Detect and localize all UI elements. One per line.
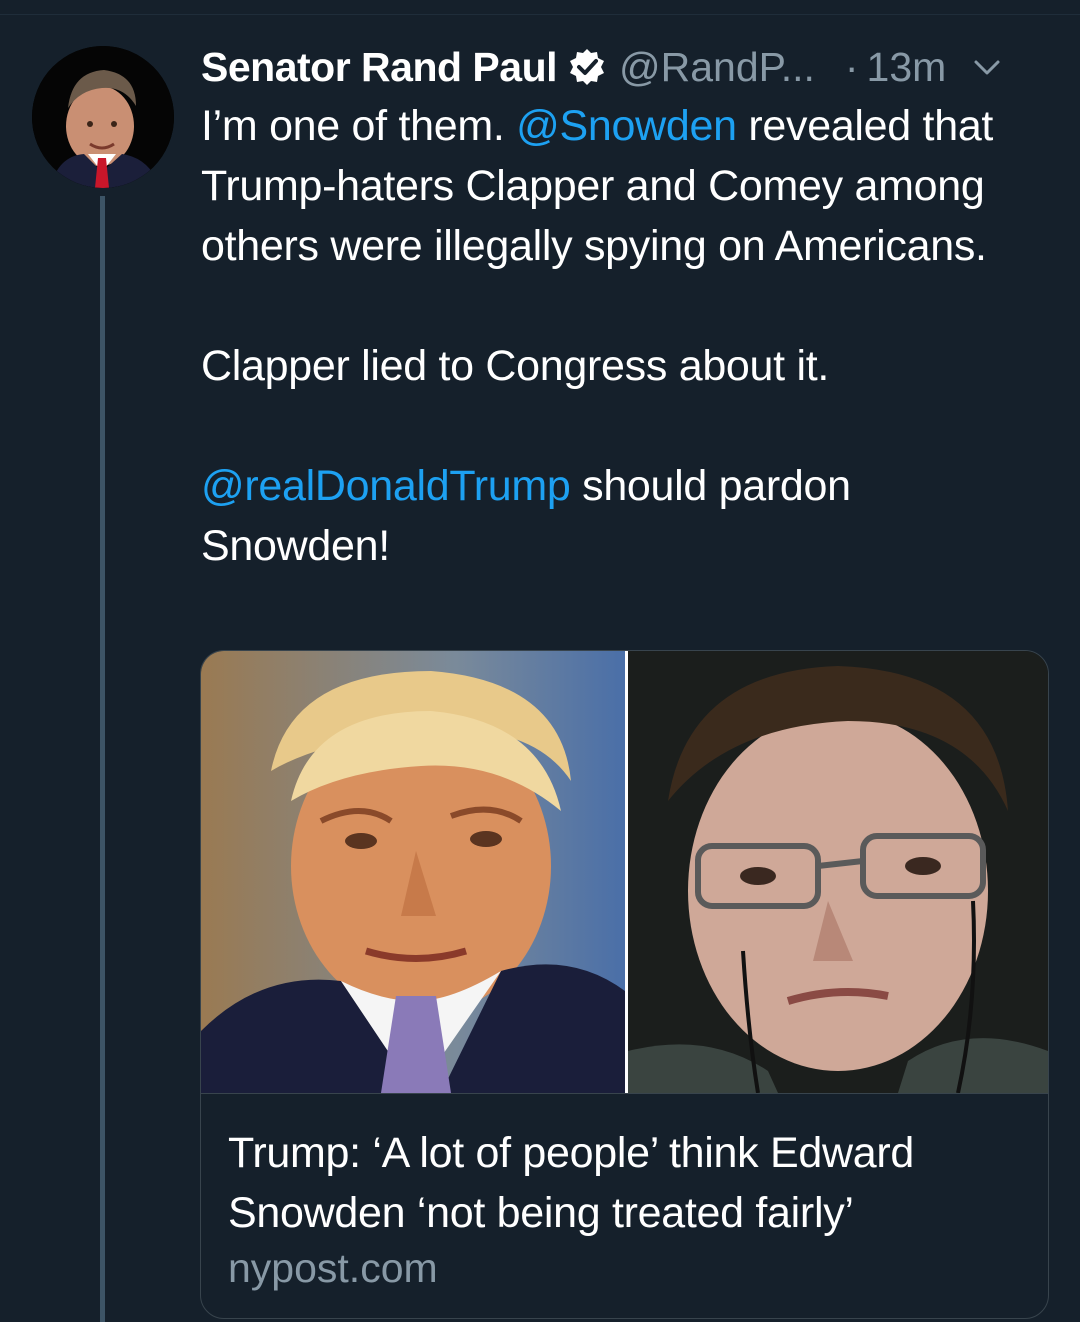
tweet-paragraph-3: @realDonaldTrump should pardon Snowden! bbox=[201, 456, 1051, 576]
display-name[interactable]: Senator Rand Paul bbox=[201, 44, 558, 91]
thread-line bbox=[100, 196, 105, 1322]
link-card[interactable]: Trump: ‘A lot of people’ think Edward Sn… bbox=[200, 650, 1049, 1319]
card-divider bbox=[201, 1093, 1048, 1094]
card-photo-left bbox=[201, 651, 625, 1093]
card-title[interactable]: Trump: ‘A lot of people’ think Edward Sn… bbox=[228, 1123, 1028, 1243]
tweet-header: Senator Rand Paul @RandP... · 13m bbox=[201, 40, 1051, 94]
text-segment: I’m one of them. bbox=[201, 102, 517, 150]
tweet-paragraph-2: Clapper lied to Congress about it. bbox=[201, 342, 829, 390]
card-photo-right bbox=[628, 651, 1048, 1093]
tweet-paragraph-1: I’m one of them. @Snowden revealed that … bbox=[201, 96, 1051, 276]
avatar-image bbox=[32, 46, 174, 188]
separator-dot: · bbox=[844, 43, 859, 90]
verified-badge-icon bbox=[567, 47, 607, 87]
mention-link-snowden[interactable]: @Snowden bbox=[516, 102, 737, 150]
chevron-down-icon[interactable] bbox=[972, 52, 1002, 82]
tweet-text: I’m one of them. @Snowden revealed that … bbox=[201, 96, 1051, 576]
avatar[interactable] bbox=[32, 46, 174, 188]
card-media[interactable] bbox=[201, 651, 1048, 1093]
top-divider bbox=[0, 0, 1080, 15]
card-domain: nypost.com bbox=[228, 1245, 438, 1291]
mention-link-realdonaldtrump[interactable]: @realDonaldTrump bbox=[201, 462, 571, 510]
handle[interactable]: @RandP... bbox=[619, 44, 815, 91]
timestamp[interactable]: 13m bbox=[867, 44, 947, 91]
